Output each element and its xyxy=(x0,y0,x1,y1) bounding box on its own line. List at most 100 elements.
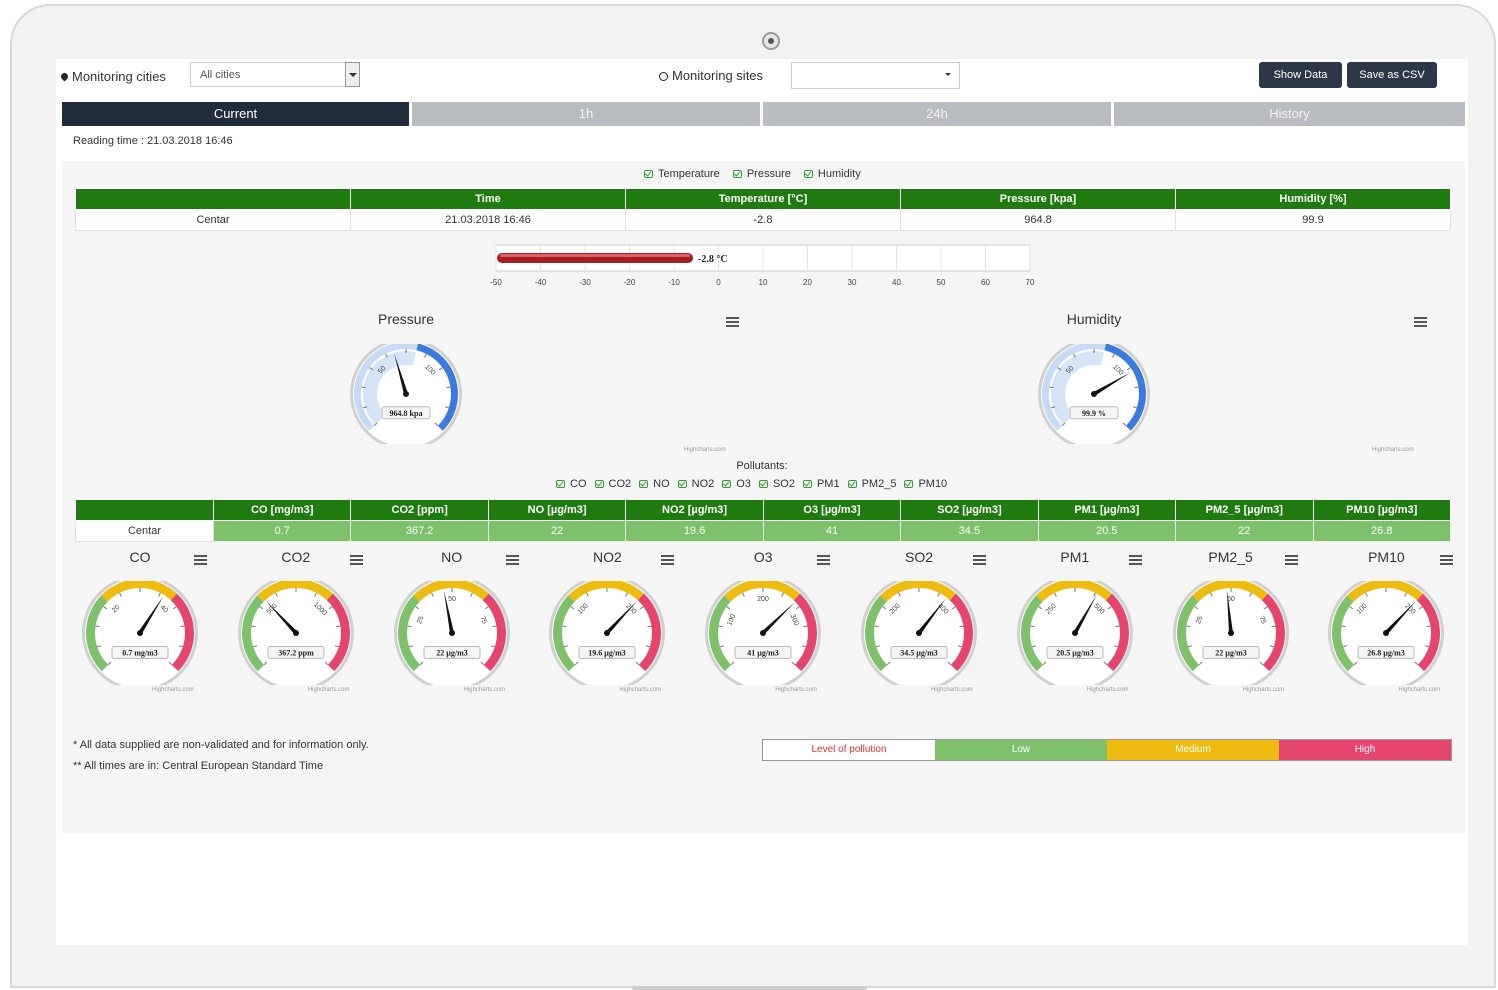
chart-credit: Highcharts.com xyxy=(463,687,506,693)
legend-o3[interactable]: O3 xyxy=(722,478,751,490)
table-header: PM1 [µg/m3] xyxy=(1037,499,1177,521)
legend-pm1[interactable]: PM1 xyxy=(802,478,840,490)
gauge-pivot xyxy=(1071,630,1078,636)
gauge-co2: 500 1000367.2 ppm xyxy=(237,581,354,685)
tab-24h[interactable]: 24h xyxy=(763,102,1111,126)
sites-select[interactable] xyxy=(791,62,960,89)
table-header-row: CO [mg/m3] CO2 [ppm] NO [µg/m3] NO2 [µg/m3]… xyxy=(75,499,1451,521)
thermo-tick-label: 70 xyxy=(1026,278,1035,287)
check-icon xyxy=(732,170,742,178)
thermo-tick-label: -30 xyxy=(579,278,591,287)
table-header: SO2 [µg/m3] xyxy=(900,499,1039,521)
legend-no[interactable]: NO xyxy=(639,478,670,490)
gauge-tick xyxy=(1115,625,1120,628)
gauge-tick xyxy=(647,625,652,628)
pollutants-label: Pollutants: xyxy=(736,460,788,472)
menu-icon[interactable] xyxy=(349,555,363,565)
chevron-down-icon[interactable] xyxy=(345,62,360,87)
gauge-value-label: 22 µg/m3 xyxy=(1215,649,1247,658)
thermo-value-label: -2.8 °C xyxy=(698,254,728,265)
menu-icon[interactable] xyxy=(973,555,986,565)
table-header xyxy=(75,188,351,210)
legend-co[interactable]: CO xyxy=(556,478,587,490)
menu-icon[interactable] xyxy=(1414,317,1427,327)
tab-history[interactable]: History xyxy=(1114,102,1465,126)
table-cell: 964.8 xyxy=(900,209,1176,231)
check-icon xyxy=(904,480,914,488)
menu-icon[interactable] xyxy=(726,317,739,327)
gauge-pm1: 250 50020.5 µg/m3 xyxy=(1016,581,1133,685)
chart-credit: Highcharts.com xyxy=(1372,447,1414,453)
menu-icon[interactable] xyxy=(817,555,831,565)
reading-time: Reading time : 21.03.2018 16:46 xyxy=(73,135,233,147)
pressure-gauge: 50 100964.8 kpa xyxy=(350,344,462,444)
gauge-tick xyxy=(1271,625,1276,628)
gauge-tick xyxy=(1049,386,1054,389)
save-csv-button[interactable]: Save as CSV xyxy=(1347,62,1437,88)
gauge-pivot xyxy=(604,630,611,636)
legend-so2[interactable]: SO2 xyxy=(758,478,795,490)
menu-icon[interactable] xyxy=(1128,555,1142,565)
chart-credit: Highcharts.com xyxy=(619,687,662,693)
gauge-title-pm2_5: PM2_5 xyxy=(1208,549,1253,565)
note-validation: * All data supplied are non-validated an… xyxy=(73,739,369,751)
pollution-scale: Level of pollution Low Medium High xyxy=(762,739,1452,761)
gauge-pm10: 100 20026.8 µg/m3 xyxy=(1328,581,1445,685)
gauge-title-o3: O3 xyxy=(753,549,773,565)
clock-icon xyxy=(659,72,668,81)
menu-icon[interactable] xyxy=(194,555,207,565)
menu-icon[interactable] xyxy=(505,555,519,565)
table-row: Centar 21.03.2018 16:46 -2.8 964.8 99.9 xyxy=(75,209,1451,231)
tab-1h[interactable]: 1h xyxy=(412,102,760,126)
gauge-value-label: 20.5 µg/m3 xyxy=(1056,649,1094,658)
gauge-title-co: CO xyxy=(129,549,151,565)
monitoring-cities-label: Monitoring cities xyxy=(59,69,166,84)
thermo-tick-label: 0 xyxy=(716,278,721,287)
scale-low: Low xyxy=(935,740,1107,760)
gauge-tick-label: 50 xyxy=(448,596,456,603)
legend-temperature[interactable]: Temperature xyxy=(644,168,720,180)
cities-select[interactable]: All cities xyxy=(190,62,360,87)
table-cell: 22 xyxy=(487,520,627,542)
menu-icon[interactable] xyxy=(661,555,675,565)
gauge-pivot xyxy=(1383,630,1390,636)
thermo-tick-label: 50 xyxy=(937,278,946,287)
table-cell: 41 xyxy=(762,520,902,542)
menu-icon[interactable] xyxy=(1284,555,1298,565)
check-icon xyxy=(722,480,732,488)
pressure-gauge-title: Pressure xyxy=(377,311,435,327)
table-header: PM10 [µg/m3] xyxy=(1312,499,1451,521)
legend-humidity[interactable]: Humidity xyxy=(803,168,861,180)
table-header: Pressure [kpa] xyxy=(900,188,1176,210)
table-header: CO2 [ppm] xyxy=(350,499,489,521)
pollutants-legend: CO CO2 NO NO2 O3 SO2 PM1 PM2_5 PM10 xyxy=(556,478,955,490)
gauge-tick xyxy=(718,625,723,628)
chart-credit: Highcharts.com xyxy=(931,687,973,693)
gauge-title-no: NO xyxy=(441,549,463,565)
legend-pressure[interactable]: Pressure xyxy=(732,168,791,180)
legend-pm2_5[interactable]: PM2_5 xyxy=(847,478,896,490)
check-icon xyxy=(639,480,649,488)
scale-medium: Medium xyxy=(1107,740,1279,760)
show-data-button[interactable]: Show Data xyxy=(1259,62,1342,88)
humidity-gauge-title: Humidity xyxy=(1066,311,1122,327)
table-cell: 0.7 xyxy=(212,520,352,542)
camera-icon xyxy=(762,32,780,50)
gauge-value-label: 41 µg/m3 xyxy=(747,649,779,658)
menu-icon[interactable] xyxy=(1440,555,1454,565)
legend-no2[interactable]: NO2 xyxy=(677,478,714,490)
thermo-bar-highlight xyxy=(500,254,691,257)
legend-co2[interactable]: CO2 xyxy=(594,478,631,490)
gauge-title-so2: SO2 xyxy=(904,549,933,565)
gauge-pivot xyxy=(1091,391,1097,397)
gauge-tick xyxy=(180,625,185,628)
legend-pm10[interactable]: PM10 xyxy=(904,478,947,490)
gauge-tick xyxy=(562,625,567,628)
gauge-title-pm1: PM1 xyxy=(1060,549,1090,565)
gauge-tick xyxy=(1341,625,1346,628)
tab-current[interactable]: Current xyxy=(62,102,409,126)
table-header: CO [mg/m3] xyxy=(212,499,352,521)
gauge-tick xyxy=(1186,625,1191,628)
gauge-tick xyxy=(874,625,879,628)
gauge-title-co2: CO2 xyxy=(281,549,311,565)
